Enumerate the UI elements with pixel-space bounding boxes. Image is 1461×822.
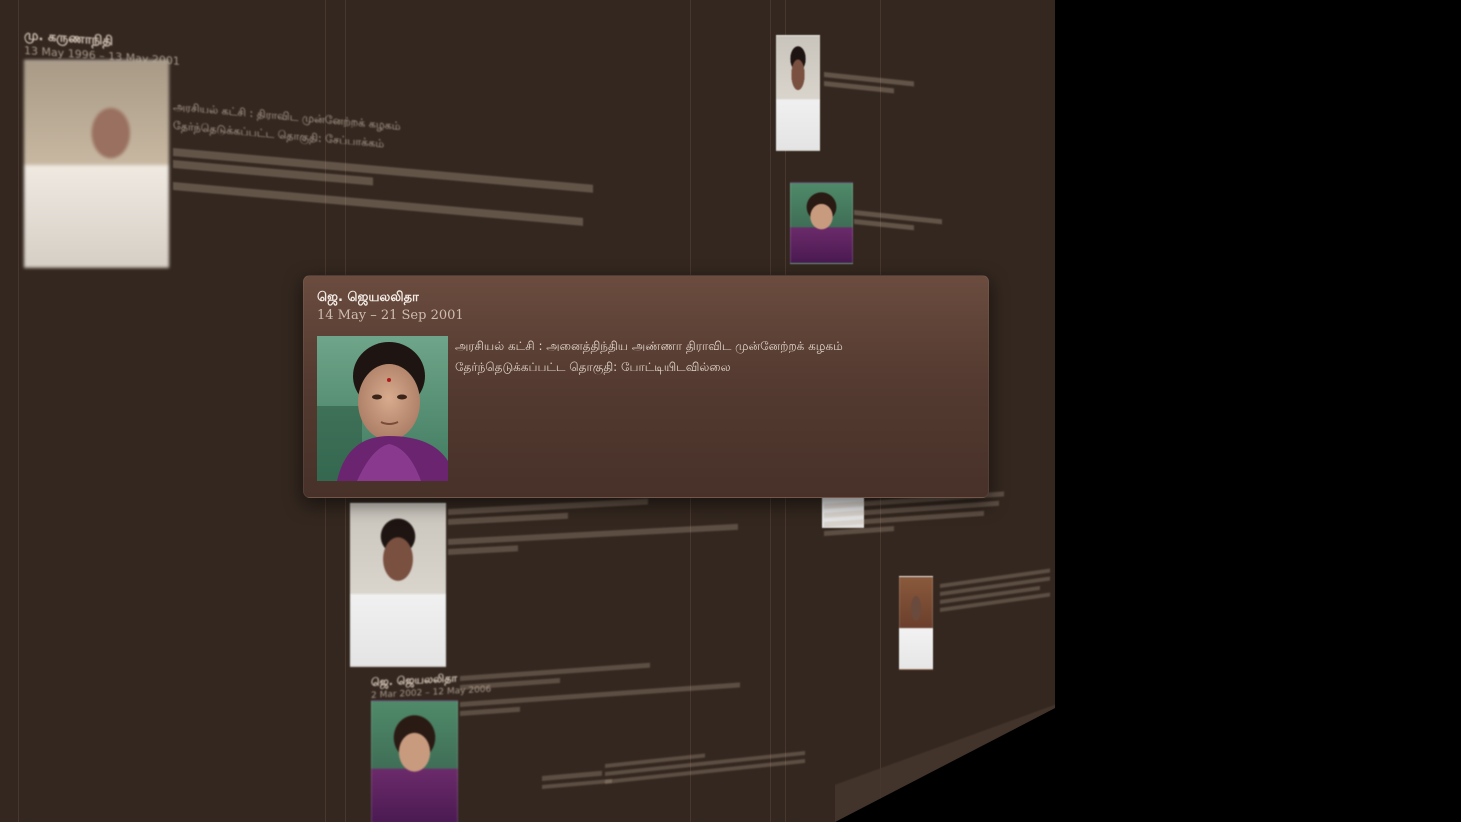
card-text-placeholder xyxy=(448,523,738,545)
card-photo xyxy=(776,35,820,151)
card-text-placeholder xyxy=(448,498,648,515)
party-line: அரசியல் கட்சி : அனைத்திந்திய அண்ணா திராவ… xyxy=(455,339,843,353)
card-text-placeholder xyxy=(542,778,612,789)
card-text-placeholder xyxy=(448,512,568,525)
leader-detail-card[interactable]: ஜெ. ஜெயலலிதா 14 May – 21 Sep 2001 அரசியல… xyxy=(303,275,989,498)
constituency-line: தேர்ந்தெடுக்கப்பட்ட தொகுதி: போட்டியிடவில… xyxy=(455,360,731,374)
timeline-card-details xyxy=(460,652,740,716)
timeline-axis xyxy=(835,700,1055,822)
portrait-image xyxy=(317,336,448,481)
timeline-card-details: அரசியல் கட்சி : திராவிட முன்னேற்றக் கழகம… xyxy=(173,96,593,227)
leader-term: 14 May – 21 Sep 2001 xyxy=(317,308,464,323)
card-text-placeholder xyxy=(460,706,520,716)
timeline-card-details xyxy=(940,565,1050,612)
card-text-placeholder xyxy=(824,526,894,536)
leader-name: ஜெ. ஜெயலலிதா xyxy=(317,290,419,305)
card-text-placeholder xyxy=(854,219,914,231)
card-text-placeholder xyxy=(173,182,583,226)
card-text-placeholder xyxy=(448,545,518,555)
timeline-card-details xyxy=(605,739,805,784)
timeline-viewport: மு. கருணாநிதி 13 May 1996 – 13 May 2001 … xyxy=(0,0,1461,822)
card-photo xyxy=(790,182,853,264)
column-divider xyxy=(18,0,19,822)
card-photo xyxy=(350,503,446,667)
card-photo xyxy=(899,576,933,670)
timeline-card-details xyxy=(542,766,612,789)
card-photo xyxy=(24,60,169,268)
card-photo xyxy=(371,700,458,822)
timeline-card-details xyxy=(448,490,738,555)
timeline-card-details xyxy=(824,68,914,95)
timeline-card-details xyxy=(854,206,942,233)
leader-photo xyxy=(317,336,448,481)
